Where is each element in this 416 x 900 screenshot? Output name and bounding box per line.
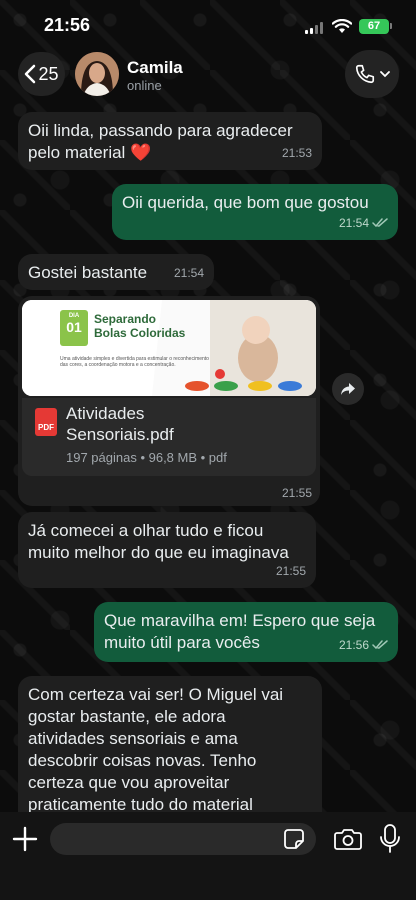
camera-icon[interactable]	[334, 826, 362, 852]
message-meta: 21:54	[339, 212, 388, 234]
message-outgoing[interactable]: Que maravilha em! Espero que seja muito …	[94, 602, 398, 662]
message-time: 21:55	[275, 564, 306, 578]
call-button[interactable]	[345, 50, 399, 98]
message-time: 21:53	[281, 146, 312, 160]
message-text: Oii linda, passando para agradecer pelo …	[28, 121, 293, 162]
message-meta: 21:56	[339, 634, 388, 656]
message-time: 21:55	[281, 486, 312, 500]
chevron-left-icon	[25, 64, 36, 84]
double-check-icon	[372, 640, 388, 650]
phone-icon	[355, 64, 375, 84]
message-time: 21:54	[173, 266, 204, 280]
document-message[interactable]: DIA 01 Separando Bolas Coloridas Uma ati…	[18, 296, 320, 506]
message-text: Com certeza vai ser! O Miguel vai gostar…	[28, 685, 284, 814]
status-time: 21:56	[44, 15, 91, 35]
battery-indicator: 67	[359, 19, 389, 34]
back-button[interactable]: 25	[18, 52, 65, 96]
battery-tip	[390, 23, 392, 29]
message-meta: 21:54	[174, 262, 204, 284]
double-check-icon	[372, 218, 388, 228]
sticker-icon[interactable]	[283, 828, 305, 850]
message-meta: 21:55	[276, 560, 306, 582]
battery-level: 67	[367, 20, 381, 32]
chevron-down-icon	[380, 71, 390, 78]
message-incoming[interactable]: Com certeza vai ser! O Miguel vai gostar…	[18, 676, 322, 826]
status-bar: 21:56 67	[0, 0, 416, 50]
document-preview[interactable]: DIA 01 Separando Bolas Coloridas Uma ati…	[22, 300, 316, 396]
preview-description: Uma atividade simples e divertida para e…	[60, 356, 209, 368]
document-info[interactable]: PDF Atividades Sensoriais.pdf 197 página…	[22, 398, 316, 476]
message-text: Oii querida, que bom que gostou	[122, 193, 369, 212]
forward-icon	[341, 383, 355, 395]
message-incoming[interactable]: Oii linda, passando para agradecer pelo …	[18, 112, 322, 170]
contact-name[interactable]: Camila	[127, 58, 183, 78]
chat-header: 25 Camila online	[0, 50, 416, 106]
document-name: Atividades Sensoriais.pdf	[66, 404, 174, 444]
message-incoming[interactable]: Gostei bastante 21:54	[18, 254, 214, 290]
cellular-signal-icon	[305, 22, 323, 34]
message-time: 21:56	[338, 638, 369, 652]
avatar[interactable]	[75, 52, 119, 96]
preview-day-badge: DIA 01	[60, 310, 88, 346]
pdf-icon: PDF	[35, 408, 57, 436]
message-meta: 21:53	[282, 142, 312, 164]
message-time: 21:54	[338, 216, 369, 230]
microphone-icon[interactable]	[379, 824, 401, 854]
contact-status: online	[127, 78, 162, 93]
plus-icon[interactable]	[10, 824, 40, 854]
wifi-icon	[332, 19, 352, 33]
message-input[interactable]	[50, 823, 316, 855]
message-incoming[interactable]: Já comecei a olhar tudo e ficou muito me…	[18, 512, 316, 588]
forward-button[interactable]	[332, 373, 364, 405]
message-outgoing[interactable]: Oii querida, que bom que gostou 21:54	[112, 184, 398, 240]
unread-count: 25	[38, 63, 59, 84]
document-details: 197 páginas • 96,8 MB • pdf	[66, 450, 227, 465]
preview-title: Separando Bolas Coloridas	[94, 312, 186, 340]
message-input-bar	[0, 812, 416, 900]
message-text: Já comecei a olhar tudo e ficou muito me…	[28, 521, 289, 562]
